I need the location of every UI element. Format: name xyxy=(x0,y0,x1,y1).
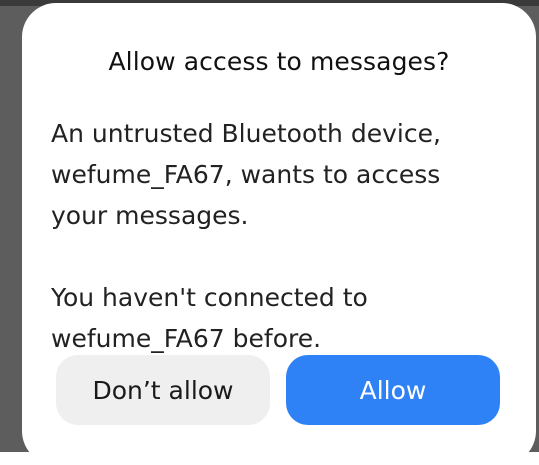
permission-dialog: Allow access to messages? An untrusted B… xyxy=(22,3,536,465)
dialog-message: An untrusted Bluetooth device, wefume_FA… xyxy=(51,119,441,353)
allow-button[interactable]: Allow xyxy=(286,355,500,425)
dont-allow-button[interactable]: Don’t allow xyxy=(56,355,270,425)
dialog-title: Allow access to messages? xyxy=(108,47,450,76)
